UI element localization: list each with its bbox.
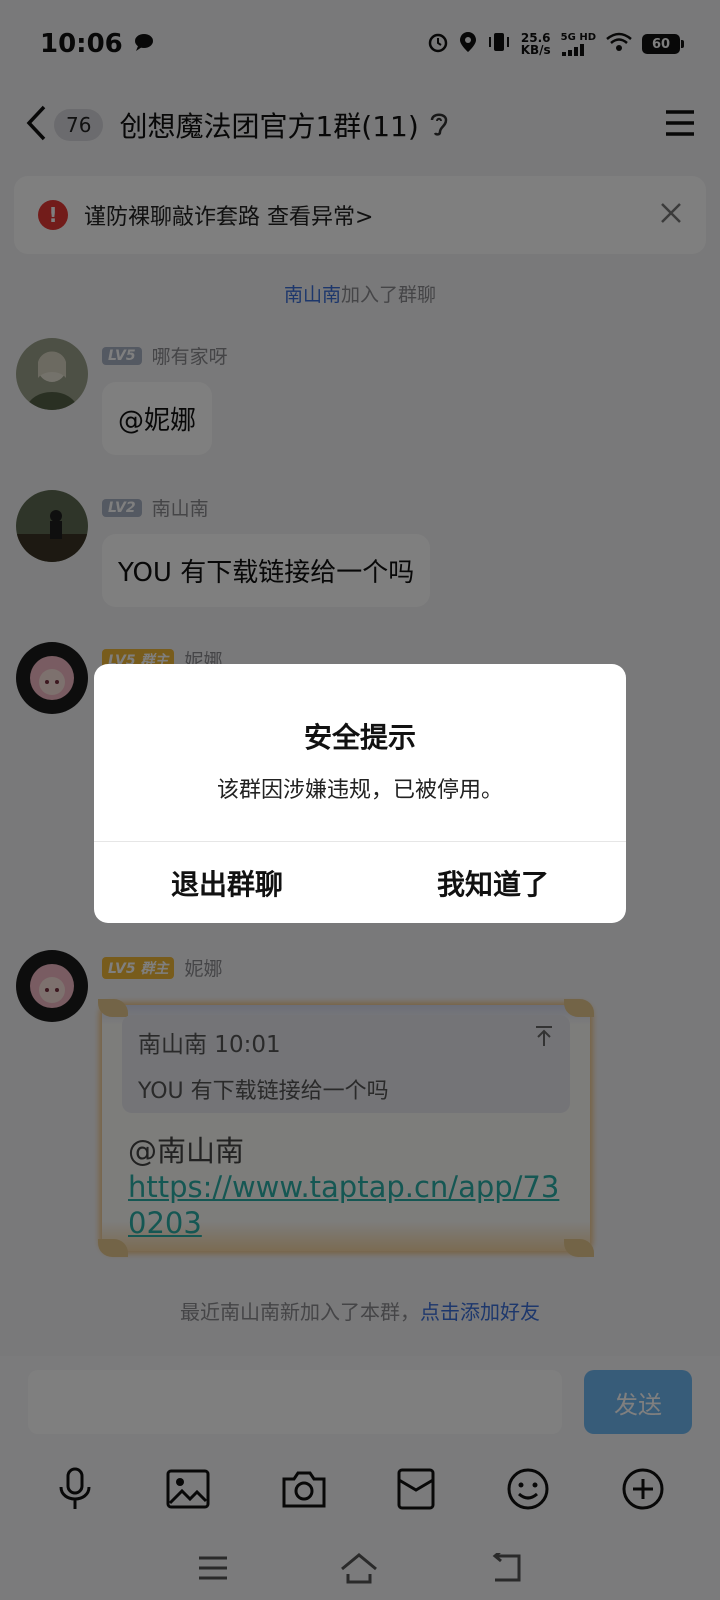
dialog-message: 该群因涉嫌违规，已被停用。 xyxy=(216,778,503,803)
exit-group-button[interactable]: 退出群聊 xyxy=(94,842,360,923)
acknowledge-button[interactable]: 我知道了 xyxy=(360,842,626,923)
dialog-title: 安全提示 xyxy=(303,721,416,754)
security-dialog: 安全提示 该群因涉嫌违规，已被停用。 退出群聊 我知道了 xyxy=(94,664,626,923)
